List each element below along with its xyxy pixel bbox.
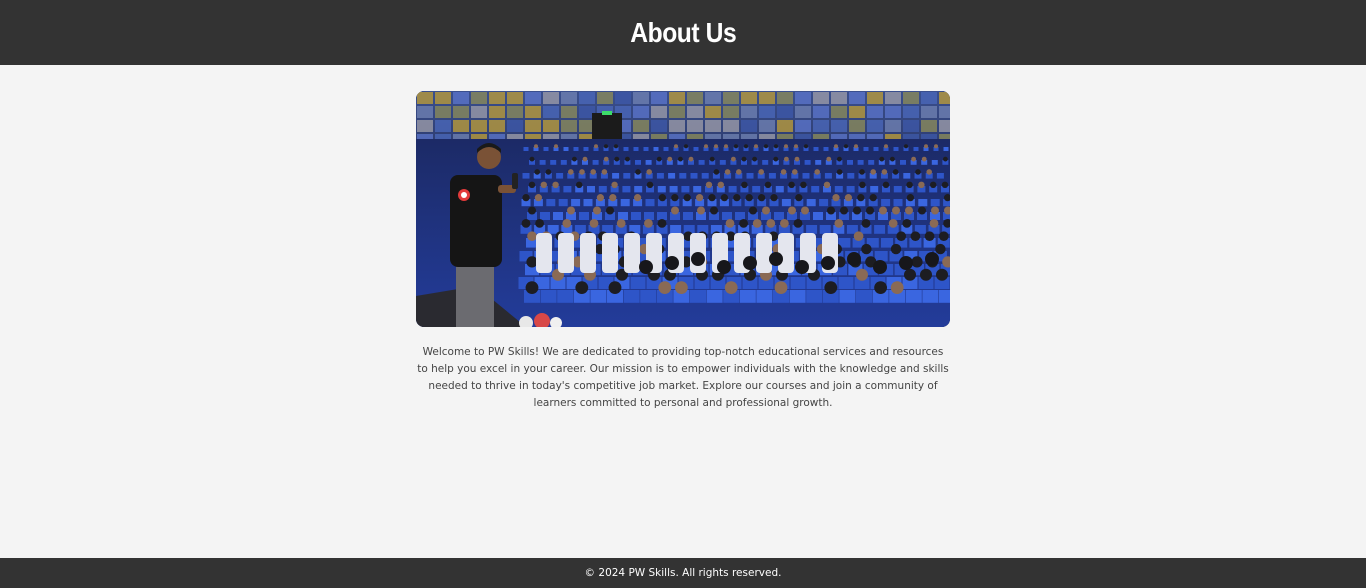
about-section: Welcome to PW Skills! We are dedicated t…	[0, 65, 1366, 558]
page-footer: © 2024 PW Skills. All rights reserved.	[0, 558, 1366, 588]
copyright-text: © 2024 PW Skills. All rights reserved.	[584, 567, 782, 579]
auditorium-photo	[416, 91, 950, 327]
page-title: About Us	[630, 16, 736, 48]
about-description: Welcome to PW Skills! We are dedicated t…	[417, 346, 949, 409]
page-header: About Us	[0, 0, 1366, 65]
